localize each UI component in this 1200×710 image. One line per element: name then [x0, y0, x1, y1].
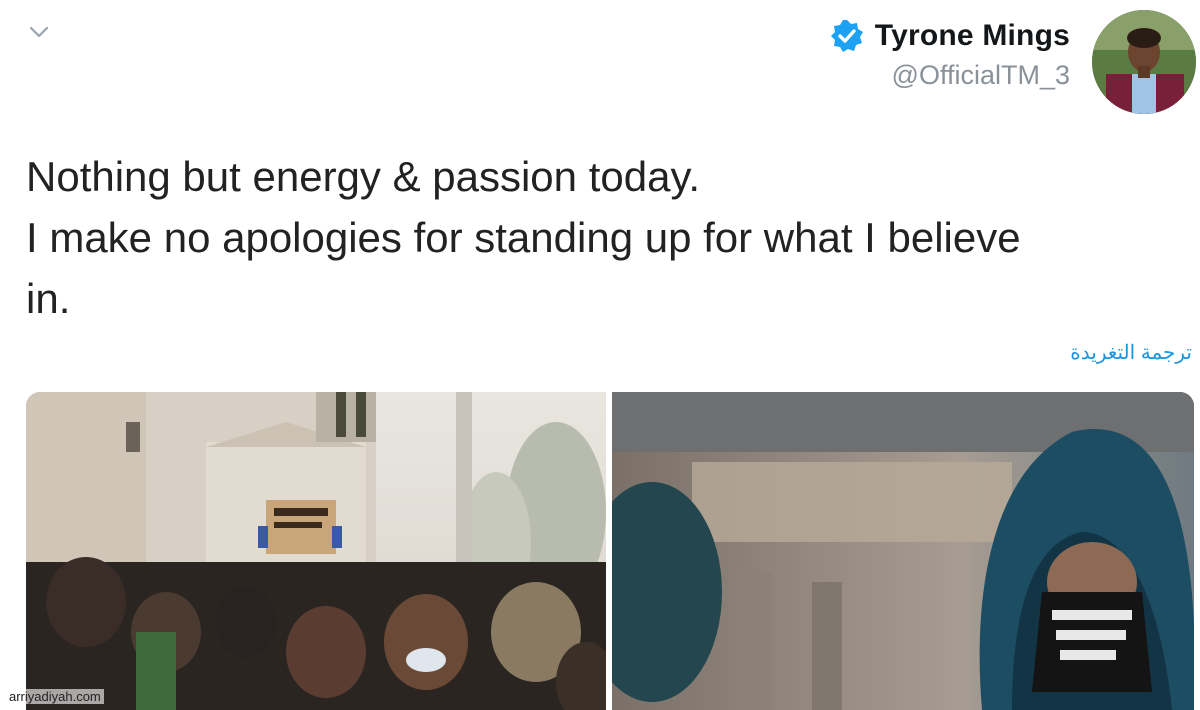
tweet-text: Nothing but energy & passion today. I ma…	[26, 146, 1186, 329]
tweet-text-line: Nothing but energy & passion today.	[26, 153, 700, 200]
author-handle[interactable]: @OfficialTM_3	[829, 60, 1070, 91]
author-display-name[interactable]: Tyrone Mings	[875, 19, 1070, 53]
tweet-text-line: I make no apologies for standing up for …	[26, 214, 1021, 261]
avatar[interactable]	[1092, 10, 1196, 114]
protest-crowd-photo[interactable]	[26, 392, 606, 710]
translate-tweet-link[interactable]: ترجمة التغريدة	[1070, 340, 1192, 365]
tweet-text-line: in.	[26, 275, 71, 322]
verified-badge-icon	[829, 18, 865, 54]
watermark: arriyadiyah.com	[6, 689, 104, 704]
chevron-down-icon[interactable]	[28, 24, 50, 40]
hooded-protester-photo[interactable]	[612, 392, 1194, 710]
tweet-media	[26, 392, 1194, 710]
tweet-author[interactable]: Tyrone Mings @OfficialTM_3	[829, 18, 1070, 91]
